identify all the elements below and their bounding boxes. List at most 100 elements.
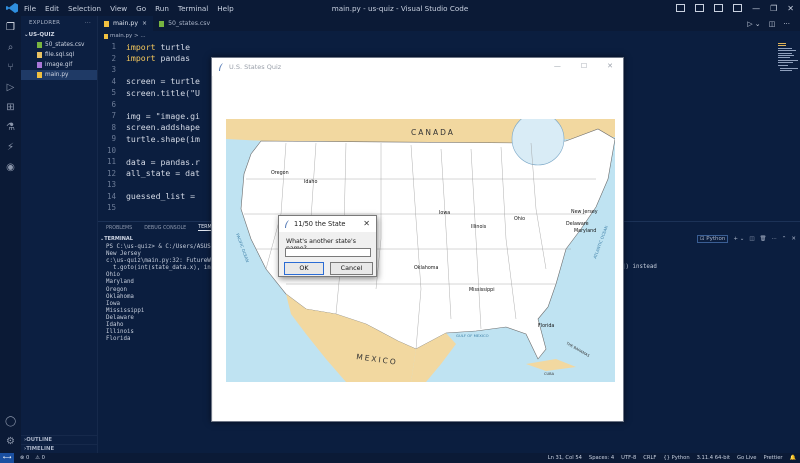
close-icon[interactable]: ✕ xyxy=(787,4,794,13)
code-line[interactable]: 1 import turtle xyxy=(98,41,738,53)
tab-close-button[interactable]: × xyxy=(142,20,147,27)
menu-go[interactable]: Go xyxy=(136,4,146,13)
new-terminal-icon[interactable]: + ⌄ xyxy=(733,236,744,242)
file-name: file.sql.sql xyxy=(45,52,75,58)
file-item-main-py[interactable]: main.py xyxy=(21,70,97,80)
language-mode[interactable]: {} Python xyxy=(663,455,689,461)
image-icon xyxy=(37,62,42,68)
menu-file[interactable]: File xyxy=(24,4,36,13)
line-number: 3 xyxy=(111,65,116,75)
cursor-position[interactable]: Ln 31, Col 54 xyxy=(548,455,582,461)
customize-layout-icon[interactable] xyxy=(733,4,743,12)
state-input-dialog: 11/50 the State ✕ What's another state's… xyxy=(278,215,377,277)
line-number: 12 xyxy=(106,168,116,178)
close-icon[interactable]: ✕ xyxy=(607,62,613,70)
file-item-states-csv[interactable]: 50_states.csv xyxy=(21,40,97,50)
warnings-indicator[interactable]: ⚠ 0 xyxy=(35,455,45,461)
outline-section[interactable]: › OUTLINE xyxy=(21,435,97,444)
terminal-actions: ⊡ Python + ⌄ ◫ 🗑 ··· ⌃ ✕ xyxy=(696,235,796,243)
encoding[interactable]: UTF-8 xyxy=(621,455,636,461)
run-file-icon[interactable]: ▷ ⌄ xyxy=(747,20,760,28)
file-item-sql[interactable]: file.sql.sql xyxy=(21,50,97,60)
remote-icon[interactable]: ◉ xyxy=(5,162,16,173)
minimize-icon[interactable]: — xyxy=(554,62,561,70)
status-bar: ⟷ ⊗ 0 ⚠ 0 Ln 31, Col 54 Spaces: 4 UTF-8 … xyxy=(0,453,800,463)
menu-edit[interactable]: Edit xyxy=(45,4,59,13)
dialog-close-icon[interactable]: ✕ xyxy=(363,219,370,228)
editor-actions: ▷ ⌄ ◫ ··· xyxy=(747,16,790,31)
run-debug-icon[interactable]: ▷ xyxy=(5,82,16,93)
menu-run[interactable]: Run xyxy=(155,4,169,13)
breadcrumb: main.py > ... xyxy=(98,31,146,41)
python-interpreter[interactable]: 3.11.4 64-bit xyxy=(697,455,730,461)
line-number: 7 xyxy=(111,111,116,121)
timeline-section[interactable]: › TIMELINE xyxy=(21,444,97,453)
toggle-secondary-sidebar-icon[interactable] xyxy=(714,4,724,12)
more-actions-icon[interactable]: ··· xyxy=(783,20,790,28)
code-rest: turtle xyxy=(155,41,191,52)
extensions-icon[interactable]: ⊞ xyxy=(5,102,16,113)
code-text: all_state = dat xyxy=(126,168,200,178)
menu-help[interactable]: Help xyxy=(217,4,233,13)
file-name: main.py xyxy=(45,72,69,78)
menu-view[interactable]: View xyxy=(110,4,127,13)
remote-indicator-icon[interactable]: ⟷ xyxy=(0,453,14,463)
settings-gear-icon[interactable]: ⚙ xyxy=(5,436,16,447)
line-number: 13 xyxy=(106,180,116,190)
maximize-panel-icon[interactable]: ⌃ xyxy=(782,236,787,242)
breadcrumb-path[interactable]: main.py > ... xyxy=(110,33,146,39)
turtle-canvas[interactable]: CANADA MEXICO PACIFIC OCEAN ATLANTIC OCE… xyxy=(213,76,623,421)
code-rest: screen.title("U xyxy=(126,87,200,98)
sql-icon xyxy=(37,52,42,58)
menu-selection[interactable]: Selection xyxy=(68,4,101,13)
restore-icon[interactable]: ❐ xyxy=(770,4,777,13)
go-live-icon[interactable]: ⚡ xyxy=(5,142,16,153)
state-name-input[interactable] xyxy=(285,248,371,257)
status-left: ⊗ 0 ⚠ 0 xyxy=(14,455,45,461)
explorer-icon[interactable]: ❐ xyxy=(5,22,16,33)
minimize-icon[interactable]: — xyxy=(752,4,760,13)
indentation[interactable]: Spaces: 4 xyxy=(589,455,614,461)
tab-states-csv[interactable]: 50_states.csv xyxy=(153,16,216,31)
map-label-canada: CANADA xyxy=(411,128,455,137)
sidebar-bottom-sections: › OUTLINE › TIMELINE xyxy=(21,435,97,453)
tab-debug-console[interactable]: DEBUG CONSOLE xyxy=(144,226,186,231)
close-panel-icon[interactable]: ✕ xyxy=(791,236,796,242)
explorer-more-button[interactable]: ··· xyxy=(85,20,91,26)
errors-indicator[interactable]: ⊗ 0 xyxy=(20,455,29,461)
code-text: import turtle xyxy=(126,42,190,52)
split-editor-icon[interactable]: ◫ xyxy=(769,20,776,28)
tab-problems[interactable]: PROBLEMS xyxy=(106,226,132,231)
state-label-oklahoma: Oklahoma xyxy=(414,265,438,271)
maximize-icon[interactable]: ☐ xyxy=(581,62,587,70)
source-control-icon[interactable]: ⑂ xyxy=(5,62,16,73)
file-item-image[interactable]: image.gif xyxy=(21,60,97,70)
minimap[interactable] xyxy=(740,41,800,81)
line-ending[interactable]: CRLF xyxy=(643,455,656,461)
go-live-button[interactable]: Go Live xyxy=(737,455,756,461)
line-number: 2 xyxy=(111,53,116,63)
toggle-sidebar-icon[interactable] xyxy=(676,4,686,12)
trash-icon[interactable]: 🗑 xyxy=(760,236,767,242)
ok-button[interactable]: OK xyxy=(284,262,324,275)
notifications-icon[interactable]: 🔔 xyxy=(790,455,796,461)
account-icon[interactable]: ◯ xyxy=(5,416,16,427)
testing-icon[interactable]: ⚗ xyxy=(5,122,16,133)
line-number: 4 xyxy=(111,76,116,86)
terminal-python-selector[interactable]: ⊡ Python xyxy=(696,235,729,243)
explorer-title: EXPLORER xyxy=(29,20,61,26)
cancel-button[interactable]: Cancel xyxy=(330,262,373,275)
search-icon[interactable]: ⌕ xyxy=(5,42,16,53)
explorer-sidebar: EXPLORER ··· ⌄ US-QUIZ 50_states.csv fil… xyxy=(21,16,98,453)
more-actions-icon[interactable]: ··· xyxy=(772,236,777,242)
split-terminal-icon[interactable]: ◫ xyxy=(749,236,754,242)
tab-main-py[interactable]: main.py × xyxy=(98,16,154,31)
menu-terminal[interactable]: Terminal xyxy=(178,4,208,13)
line-number: 8 xyxy=(111,122,116,132)
prettier-status[interactable]: Prettier xyxy=(763,455,782,461)
title-bar: File Edit Selection View Go Run Terminal… xyxy=(0,0,800,16)
toggle-panel-icon[interactable] xyxy=(695,4,705,12)
window-controls: — ❐ ✕ xyxy=(676,4,794,13)
project-folder[interactable]: ⌄ US-QUIZ xyxy=(21,30,97,40)
code-rest: data = pandas.r xyxy=(126,156,200,167)
